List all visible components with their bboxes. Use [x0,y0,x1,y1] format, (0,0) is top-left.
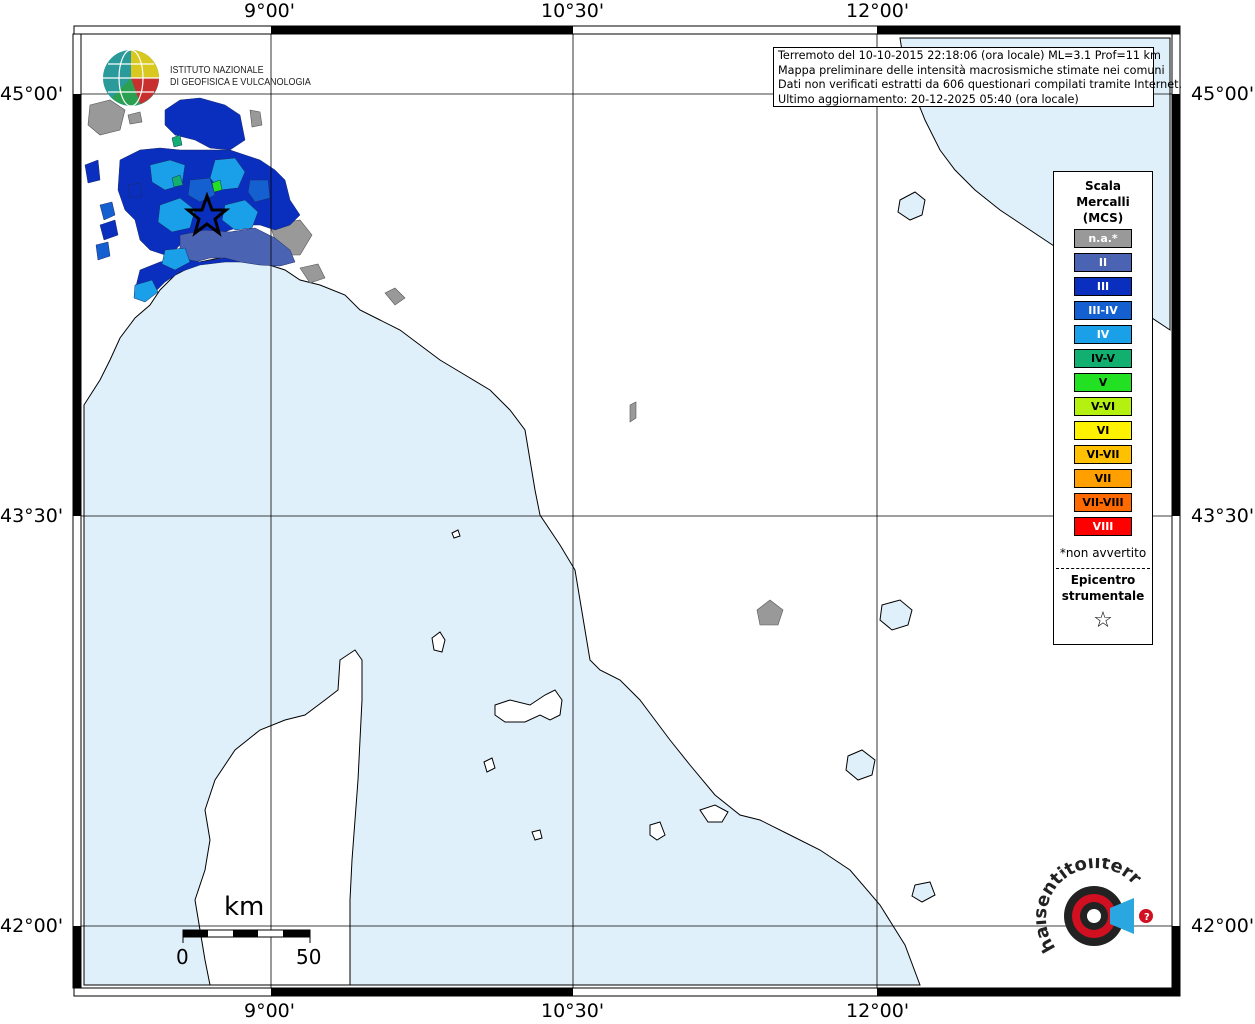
scale-bar: km 0 50 [176,892,336,972]
lon-label-top-1: 9°00' [244,0,295,22]
scale-bar-graphic [182,929,311,943]
legend-divider [1056,568,1150,569]
lon-label-bottom-2: 10°30' [541,1000,605,1022]
legend-item: IV-V [1074,349,1132,368]
legend-item: VII-VIII [1074,493,1132,512]
legend-title-line1: Scala [1084,179,1122,193]
lon-label-bottom-1: 9°00' [244,1000,295,1022]
legend-item: V-VI [1074,397,1132,416]
lon-label-top-3: 12°00' [846,0,910,22]
event-info-line1: Terremoto del 10-10-2015 22:18:06 (ora l… [778,49,1161,62]
lon-label-bottom-3: 12°00' [846,1000,910,1022]
svg-text:?: ? [1144,912,1150,923]
lat-label-right-2: 43°30' [1191,505,1255,527]
legend-item: III-IV [1074,301,1132,320]
legend-epicenter-line2: strumentale [1061,589,1145,603]
event-info-line2: Mappa preliminare delle intensità macros… [778,63,1165,77]
lat-label-left-2: 43°30' [0,505,64,527]
mcs-legend: Scala Mercalli (MCS) n.a.* II III III-IV IV I… [1053,171,1153,645]
legend-title-line2: Mercalli [1076,195,1130,209]
legend-epicenter-line1: Epicentro [1070,573,1136,587]
scale-start: 0 [176,945,189,969]
ingv-name-line1: ISTITUTO NAZIONALE [170,64,264,76]
legend-title-line3: (MCS) [1082,211,1124,225]
ingv-name-line2: DI GEOFISICA E VULCANOLOGIA [170,76,311,88]
haisentito-target-icon: ? haisentitoilterremoto.it [1027,842,1153,956]
legend-note: *non avvertito [1059,546,1147,560]
event-info-line4: Ultimo aggiornamento: 20-12-2025 05:40 (… [778,92,1079,106]
legend-item: VI [1074,421,1132,440]
lat-label-left-3: 42°00' [0,915,64,937]
lon-label-top-2: 10°30' [541,0,605,22]
legend-item: IV [1074,325,1132,344]
legend-epicenter-label: Epicentro strumentale [1054,572,1152,604]
haisentito-logo: ? haisentitoilterremoto.it [1027,842,1166,978]
legend-item: n.a.* [1074,229,1132,248]
legend-item: III [1074,277,1132,296]
legend-title: Scala Mercalli (MCS) [1054,178,1152,226]
ingv-globe-icon [103,49,159,107]
lat-label-right-3: 42°00' [1191,915,1255,937]
legend-item: VIII [1074,517,1132,536]
legend-item: V [1074,373,1132,392]
legend-item: II [1074,253,1132,272]
scale-unit: km [224,892,265,922]
legend-item: VI-VII [1074,445,1132,464]
legend-star-icon: ☆ [1093,608,1113,633]
lat-label-right-1: 45°00' [1191,83,1255,105]
event-info-line3: Dati non verificati estratti da 606 ques… [778,78,1183,91]
ingv-logo: ISTITUTO NAZIONALE DI GEOFISICA E VULCAN… [100,48,340,110]
legend-item: VII [1074,469,1132,488]
event-info-box: Terremoto del 10-10-2015 22:18:06 (ora l… [773,47,1183,107]
scale-end: 50 [296,945,322,969]
lat-label-left-1: 45°00' [0,83,64,105]
